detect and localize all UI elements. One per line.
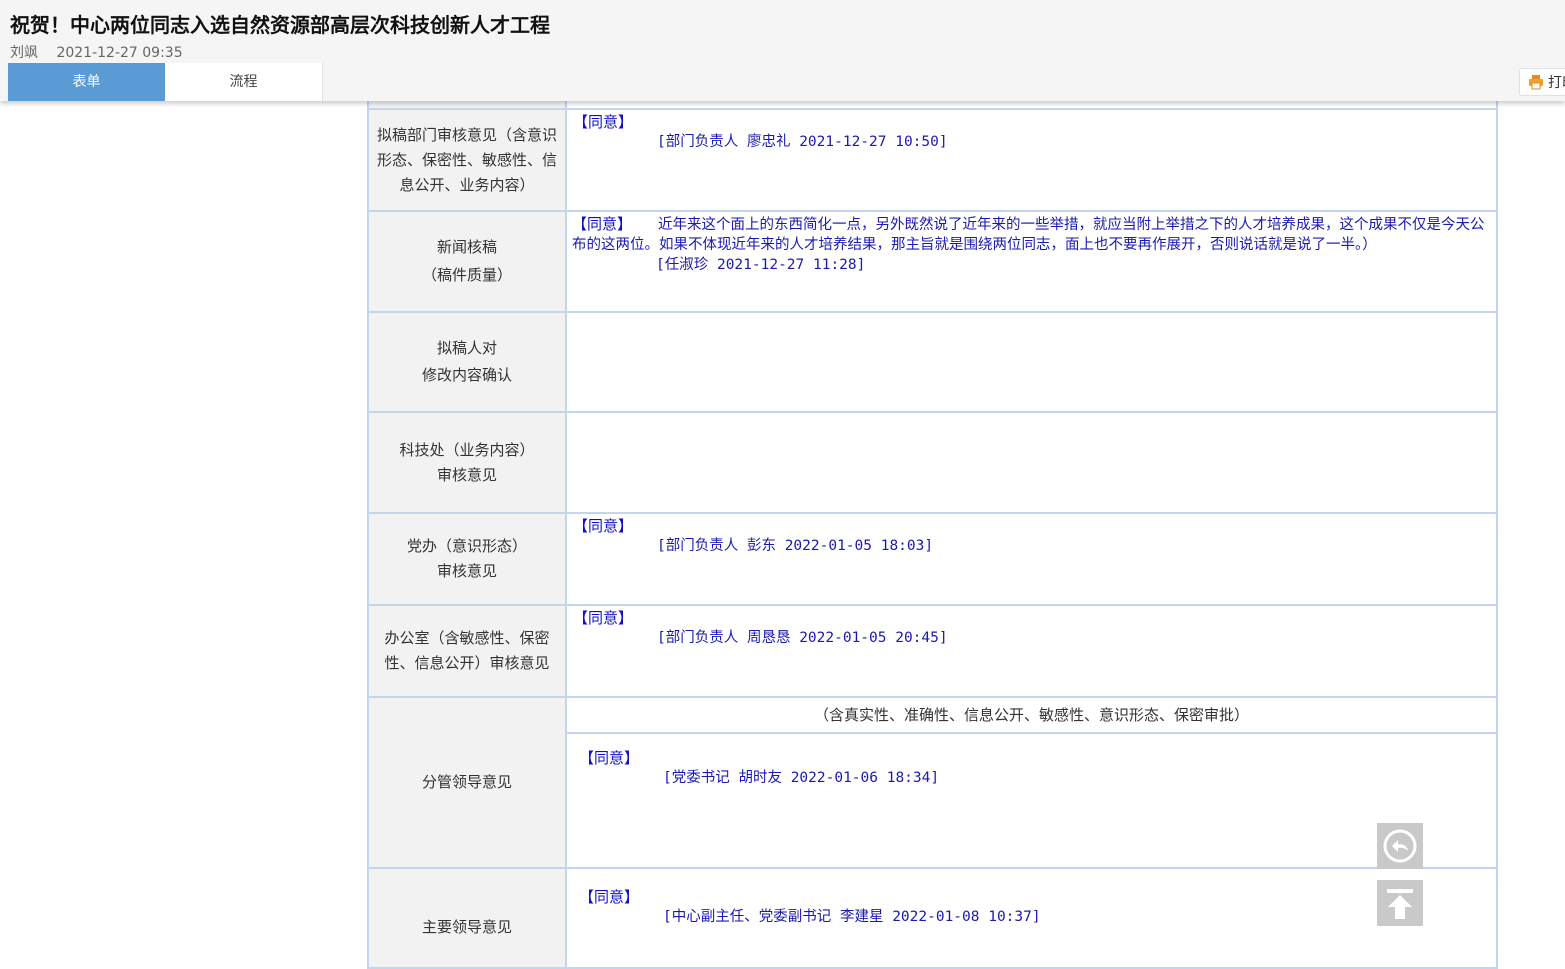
approval-scope-note: （含真实性、准确性、信息公开、敏感性、意识形态、保密审批） (567, 698, 1496, 734)
row-content (567, 313, 1496, 411)
opinion-agree: 【同意】 (579, 749, 640, 767)
back-to-top-button[interactable] (1377, 880, 1423, 926)
table-row: 新闻核稿 （稿件质量） 【同意】 近年来这个面上的东西简化一点，另外既然说了近年来… (369, 212, 1496, 313)
row-label: 党办（意识形态） 审核意见 (369, 514, 567, 604)
opinion-signature: [任淑珍 2021-12-27 11:28] (656, 257, 866, 273)
row-content: 【同意】 [中心副主任、党委副书记 李建星 2022-01-08 10:37] (567, 869, 1496, 967)
opinion-signature: [部门负责人 彭东 2022-01-05 18:03] (657, 538, 934, 554)
back-to-top-icon (1387, 889, 1413, 919)
page-title: 祝贺！中心两位同志入选自然资源部高层次科技创新人才工程 (10, 13, 550, 37)
row-label: 新闻核稿 （稿件质量） (369, 212, 567, 311)
table-row: 拟稿人对 修改内容确认 (369, 313, 1496, 413)
tab-workflow[interactable]: 流程 (165, 63, 323, 101)
table-row (369, 100, 1496, 110)
row-content: 【同意】 [部门负责人 彭东 2022-01-05 18:03] (567, 514, 1496, 604)
row-label: 科技处（业务内容） 审核意见 (369, 413, 567, 512)
tab-form[interactable]: 表单 (8, 63, 165, 101)
opinion-agree: 【同意】 (573, 609, 634, 627)
row-label: 主要领导意见 (369, 869, 567, 967)
opinion-signature: [部门负责人 廖忠礼 2021-12-27 10:50] (657, 134, 948, 150)
row-label: 拟稿人对 修改内容确认 (369, 313, 567, 411)
row-label: 办公室（含敏感性、保密性、信息公开）审核意见 (369, 606, 567, 696)
row-content: （含真实性、准确性、信息公开、敏感性、意识形态、保密审批） 【同意】 [党委书记… (567, 698, 1496, 867)
opinion-signature: [中心副主任、党委副书记 李建星 2022-01-08 10:37] (663, 909, 1041, 925)
author-name: 刘飒 (10, 45, 38, 61)
print-button[interactable]: 打印 (1519, 68, 1565, 96)
tab-bar: 表单 流程 (8, 63, 323, 101)
table-row: 主要领导意见 【同意】 [中心副主任、党委副书记 李建星 2022-01-08 … (369, 869, 1496, 969)
row-content: 【同意】 [部门负责人 廖忠礼 2021-12-27 10:50] (567, 110, 1496, 210)
opinion-signature: [部门负责人 周恳恳 2022-01-05 20:45] (657, 630, 948, 646)
opinion-agree: 【同意】 (573, 517, 634, 535)
row-content: 【同意】 [部门负责人 周恳恳 2022-01-05 20:45] (567, 606, 1496, 696)
row-content: 【同意】 近年来这个面上的东西简化一点，另外既然说了近年来的一些举措，就应当附上举… (567, 212, 1496, 311)
approval-form-table: 拟稿部门审核意见（含意识形态、保密性、敏感性、信息公开、业务内容） 【同意】 [… (367, 100, 1498, 969)
document-header: 祝贺！中心两位同志入选自然资源部高层次科技创新人才工程 刘飒 2021-12-2… (0, 0, 1565, 101)
opinion-block: 【同意】 近年来这个面上的东西简化一点，另外既然说了近年来的一些举措，就应当附上举… (572, 214, 1492, 275)
back-icon (1383, 829, 1417, 863)
opinion-block: 【同意】 [部门负责人 周恳恳 2022-01-05 20:45] (573, 608, 948, 648)
opinion-agree: 【同意】 (572, 215, 633, 233)
table-row: 办公室（含敏感性、保密性、信息公开）审核意见 【同意】 [部门负责人 周恳恳 2… (369, 606, 1496, 698)
row-content (567, 100, 1496, 108)
back-button[interactable] (1377, 823, 1423, 869)
row-label: 拟稿部门审核意见（含意识形态、保密性、敏感性、信息公开、业务内容） (369, 110, 567, 210)
printer-icon (1529, 75, 1543, 90)
table-row: 科技处（业务内容） 审核意见 (369, 413, 1496, 514)
document-meta: 刘飒 2021-12-27 09:35 (10, 42, 183, 62)
table-row: 党办（意识形态） 审核意见 【同意】 [部门负责人 彭东 2022-01-05 … (369, 514, 1496, 606)
opinion-comment: 近年来这个面上的东西简化一点，另外既然说了近年来的一些举措，就应当附上举措之下的… (572, 217, 1485, 253)
publish-date: 2021-12-27 09:35 (56, 45, 183, 61)
opinion-signature: [党委书记 胡时友 2022-01-06 18:34] (663, 770, 940, 786)
opinion-block: 【同意】 [中心副主任、党委副书记 李建星 2022-01-08 10:37] (579, 887, 1041, 927)
table-row: 拟稿部门审核意见（含意识形态、保密性、敏感性、信息公开、业务内容） 【同意】 [… (369, 110, 1496, 212)
opinion-agree: 【同意】 (573, 113, 634, 131)
row-content (567, 413, 1496, 512)
opinion-agree: 【同意】 (579, 888, 640, 906)
row-label: 分管领导意见 (369, 698, 567, 867)
table-row: 分管领导意见 （含真实性、准确性、信息公开、敏感性、意识形态、保密审批） 【同意… (369, 698, 1496, 869)
print-label: 打印 (1548, 75, 1565, 91)
opinion-block: 【同意】 [部门负责人 彭东 2022-01-05 18:03] (573, 516, 933, 556)
opinion-block: 【同意】 [党委书记 胡时友 2022-01-06 18:34] (579, 748, 939, 788)
opinion-block: 【同意】 [部门负责人 廖忠礼 2021-12-27 10:50] (573, 112, 948, 152)
row-label (369, 100, 567, 108)
